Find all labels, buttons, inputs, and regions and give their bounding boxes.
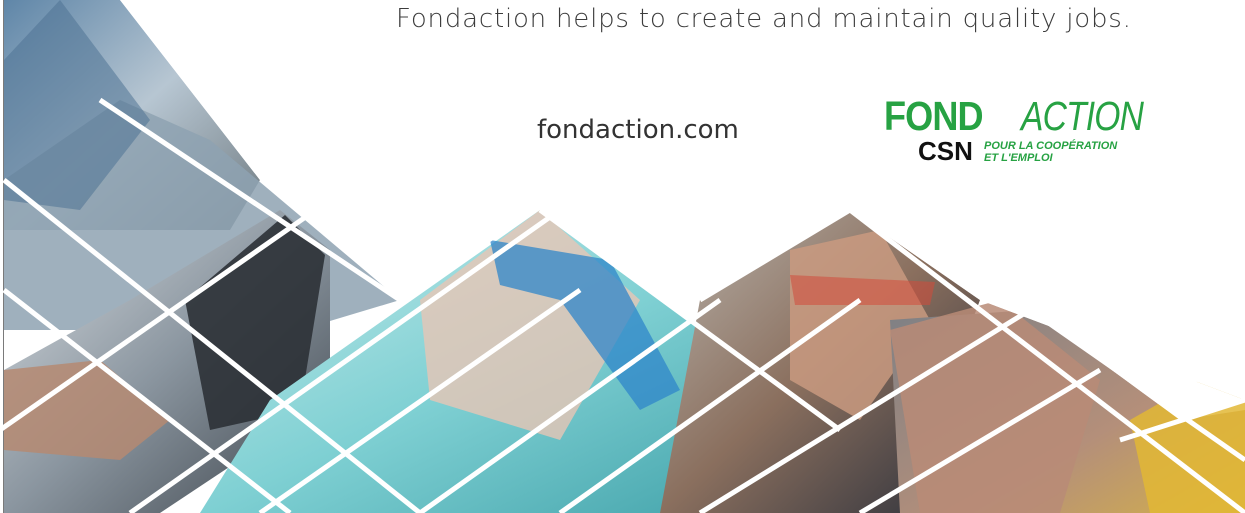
logo-word-action: ACTION (1021, 93, 1144, 139)
photo-mosaic-banner (0, 0, 1245, 513)
tagline: Fondaction helps to create and maintain … (396, 4, 1132, 34)
logo-word-fond: FOND (884, 93, 984, 139)
fondaction-logo[interactable]: FOND ACTION CSN POUR LA COOPÉRATION ET L… (884, 96, 1154, 172)
logo-csn: CSN (918, 136, 973, 166)
logo-tag-line1: POUR LA COOPÉRATION (984, 140, 1118, 152)
website-link[interactable]: fondaction.com (537, 115, 739, 145)
logo-tag-line2: ET L'EMPLOI (984, 152, 1053, 164)
